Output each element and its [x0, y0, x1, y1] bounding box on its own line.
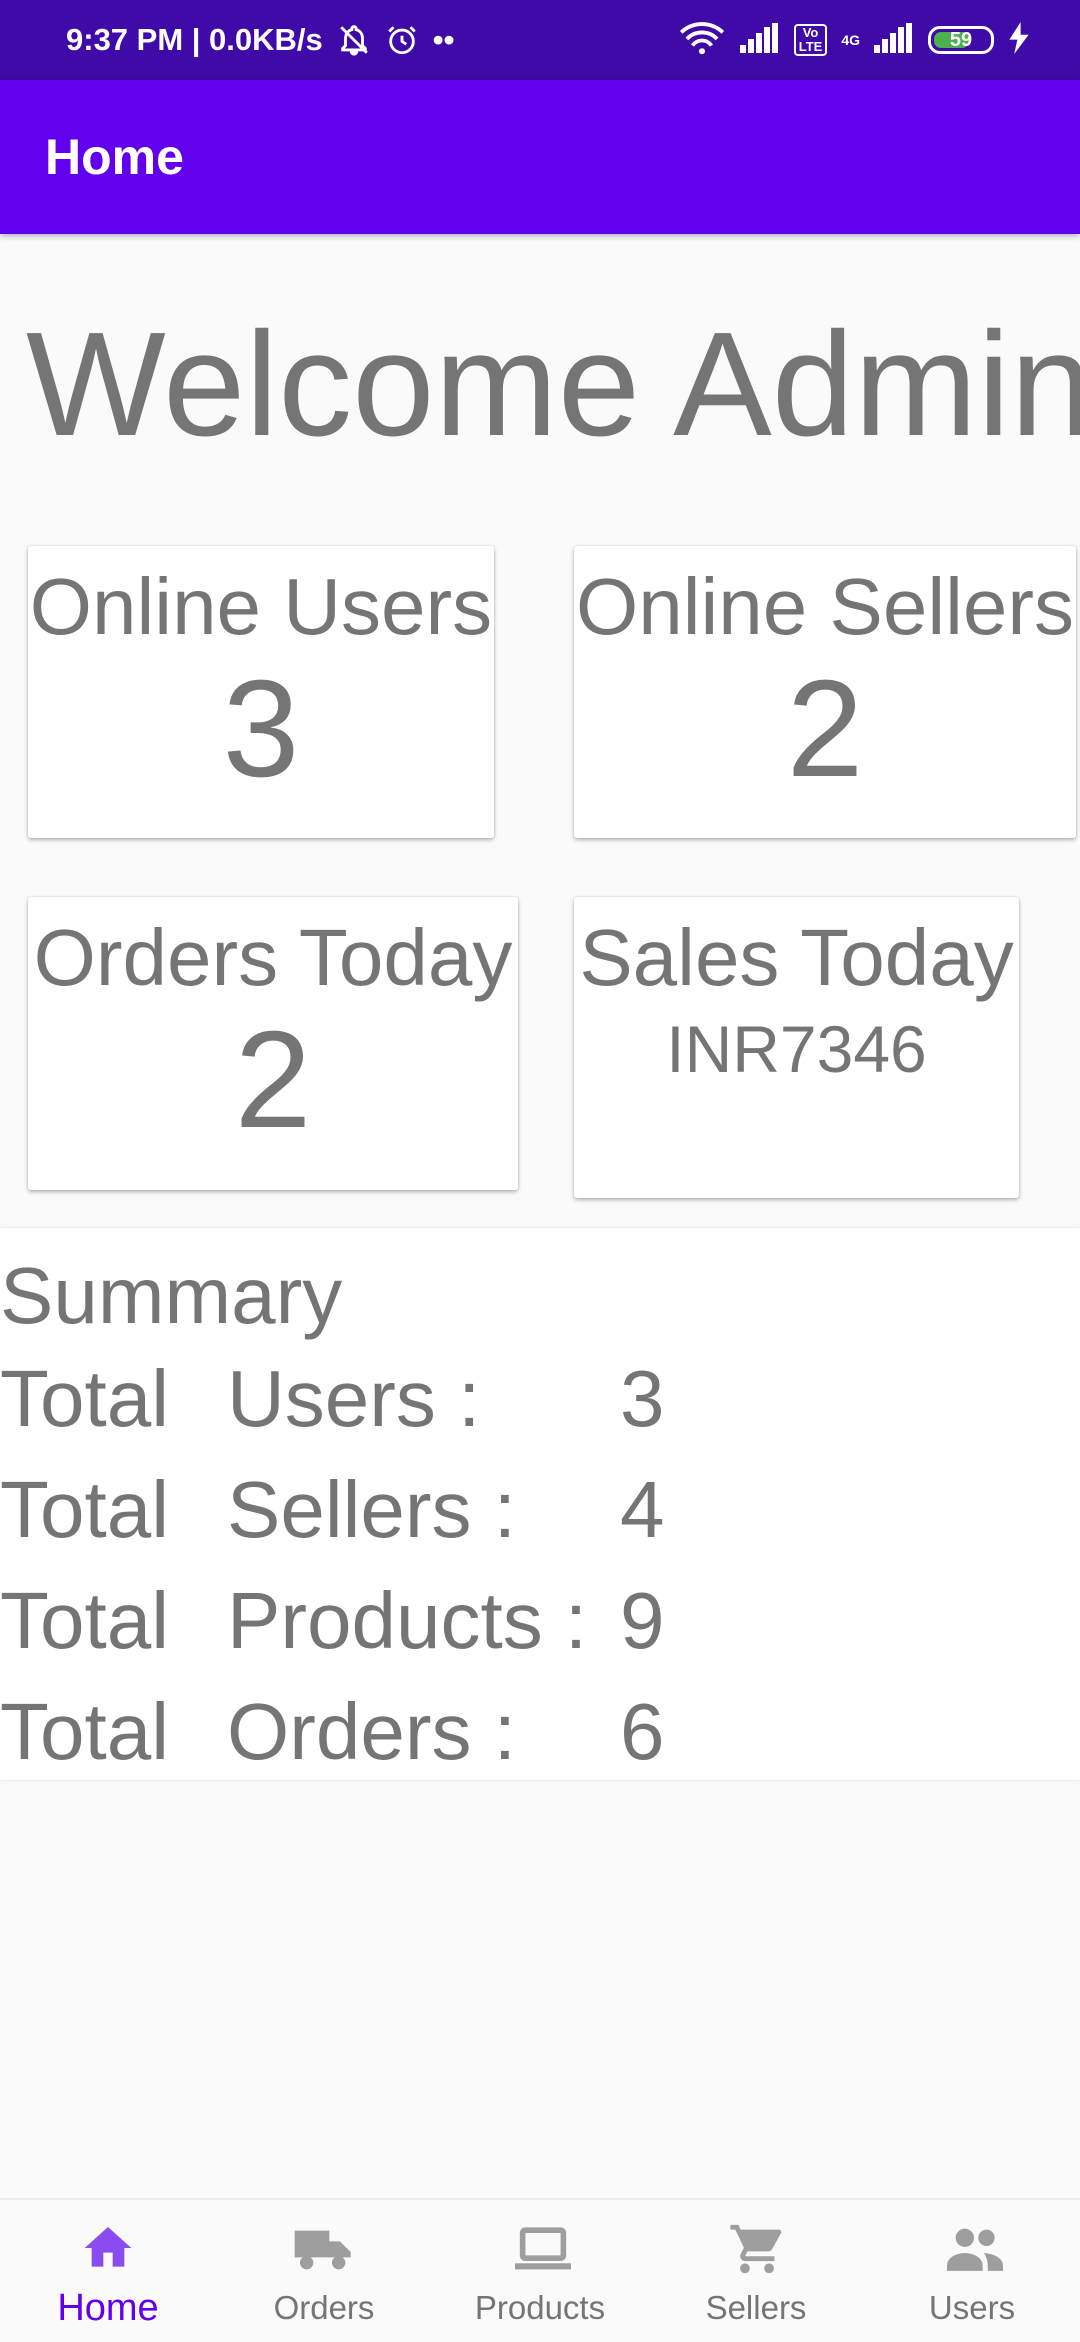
online-users-title: Online Users: [29, 562, 493, 651]
nav-item-orders[interactable]: Orders: [216, 2200, 432, 2342]
nav-item-products[interactable]: Products: [432, 2200, 648, 2342]
sales-today-card[interactable]: Sales Today INR7346: [574, 897, 1019, 1198]
charging-icon: [1008, 21, 1030, 59]
summary-heading: Summary: [0, 1251, 343, 1340]
summary-row-users: Total Users : 3: [0, 1344, 1080, 1454]
summary-label: Orders :: [227, 1687, 516, 1776]
page-title: Home: [45, 129, 184, 185]
orders-today-value: 2: [234, 1003, 312, 1157]
online-users-value: 3: [222, 652, 300, 806]
orders-today-title: Orders Today: [33, 913, 513, 1002]
summary-label-total: Total: [0, 1354, 169, 1443]
summary-label: Sellers :: [227, 1465, 516, 1554]
summary-value: 4: [620, 1465, 665, 1554]
status-right: Vo LTE 4G 59: [678, 0, 1030, 80]
summary-row-sellers: Total Sellers : 4: [0, 1455, 1080, 1565]
sales-today-title: Sales Today: [579, 913, 1014, 1002]
summary-value: 3: [620, 1354, 665, 1443]
nav-label-home: Home: [57, 2287, 159, 2329]
summary-label: Products :: [227, 1576, 588, 1665]
online-users-card[interactable]: Online Users 3: [28, 546, 494, 838]
summary-label-total: Total: [0, 1465, 169, 1554]
online-sellers-value: 2: [786, 652, 864, 806]
nav-label-products: Products: [474, 2289, 606, 2326]
alarm-icon: [385, 23, 419, 57]
status-bar: 9:37 PM | 0.0KB/s •• Vo LTE 4G 59: [0, 0, 1080, 80]
nav-label-users: Users: [928, 2289, 1016, 2326]
mute-bell-icon: [337, 23, 371, 57]
nav-label-orders: Orders: [273, 2289, 375, 2326]
signal-icon: [739, 22, 780, 58]
online-sellers-title: Online Sellers: [575, 562, 1074, 651]
orders-today-card[interactable]: Orders Today 2: [28, 897, 518, 1190]
app-bar: Home: [0, 80, 1080, 234]
battery-level: 59: [949, 28, 973, 51]
summary-section: Summary Total Users : 3 Total Sellers : …: [0, 1228, 1080, 1780]
network-type: 4G: [841, 32, 860, 48]
signal-icon-2: [874, 22, 914, 58]
online-sellers-card[interactable]: Online Sellers 2: [574, 546, 1076, 838]
summary-row-products: Total Products : 9: [0, 1566, 1080, 1676]
summary-row-orders: Total Orders : 6: [0, 1677, 1080, 1787]
time-and-speed: 9:37 PM | 0.0KB/s: [66, 22, 323, 57]
status-left: 9:37 PM | 0.0KB/s ••: [66, 0, 455, 80]
summary-label-total: Total: [0, 1687, 169, 1776]
summary-label: Users :: [227, 1354, 481, 1443]
volte-badge: Vo LTE: [793, 24, 828, 56]
nav-item-home[interactable]: Home: [0, 2200, 216, 2342]
wifi-icon: [678, 21, 726, 60]
bottom-navigation: Home Orders Products Sellers Users: [0, 2198, 1080, 2342]
sales-today-value: INR7346: [666, 1012, 927, 1086]
nav-item-sellers[interactable]: Sellers: [648, 2200, 864, 2342]
summary-label-total: Total: [0, 1576, 169, 1665]
welcome-heading: Welcome Admin: [26, 302, 1080, 467]
summary-value: 9: [620, 1576, 665, 1665]
more-notifications-dots: ••: [432, 22, 455, 57]
nav-label-sellers: Sellers: [705, 2289, 807, 2326]
nav-item-users[interactable]: Users: [864, 2200, 1080, 2342]
battery-icon: 59: [928, 26, 994, 54]
summary-value: 6: [620, 1687, 665, 1776]
